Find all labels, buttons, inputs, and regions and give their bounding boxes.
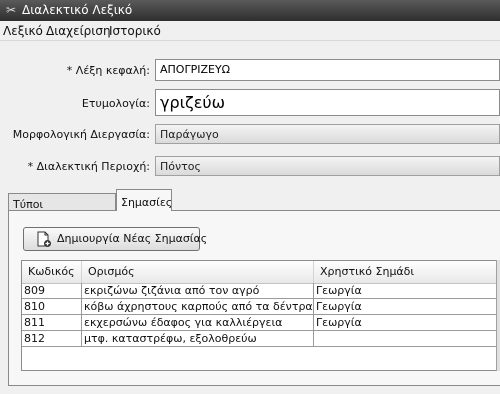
cell-code: 811 bbox=[22, 315, 82, 330]
column-header-definition[interactable]: Ορισμός bbox=[82, 261, 314, 283]
tools-icon[interactable]: ✂ bbox=[4, 3, 18, 17]
tab-meanings[interactable]: Σημασίες bbox=[116, 189, 172, 211]
menu-history[interactable]: Ιστορικό bbox=[109, 24, 161, 38]
dialect-region-label: * Διαλεκτική Περιοχή: bbox=[27, 160, 150, 173]
morph-process-select[interactable]: Παράγωγο bbox=[155, 124, 500, 144]
table-scrollbar[interactable] bbox=[496, 260, 500, 371]
cell-usage-label: Γεωργία bbox=[314, 299, 500, 314]
menu-dictionary[interactable]: Λεξικό bbox=[3, 24, 43, 38]
table-row[interactable]: 809 εκριζώνω ζιζάνια από τον αγρό Γεωργί… bbox=[22, 283, 500, 299]
new-document-icon bbox=[37, 231, 51, 247]
column-header-code[interactable]: Κωδικός bbox=[22, 261, 82, 283]
etymology-field[interactable]: γριζεύω bbox=[155, 89, 500, 116]
dialect-region-select[interactable]: Πόντος bbox=[155, 156, 500, 176]
cell-usage-label: Γεωργία bbox=[314, 283, 500, 298]
cell-usage-label: Γεωργία bbox=[314, 315, 500, 330]
cell-code: 810 bbox=[22, 299, 82, 314]
morph-process-label: Μορφολογική Διεργασία: bbox=[12, 128, 150, 141]
tab-meanings-label: Σημασίες bbox=[121, 196, 173, 209]
headword-label: * Λέξη κεφαλή: bbox=[66, 64, 150, 77]
menu-management[interactable]: Διαχείριση bbox=[46, 24, 111, 38]
table-row[interactable]: 810 κόβω άχρηστους καρπούς από τα δέντρα… bbox=[22, 299, 500, 315]
cell-usage-label bbox=[314, 331, 500, 346]
table-row[interactable]: 811 εκχερσώνω έδαφος για καλλιέργεια Γεω… bbox=[22, 315, 500, 331]
title-bar: ✂ Διαλεκτικό Λεξικό bbox=[0, 0, 500, 21]
headword-field[interactable]: ΑΠΟΓΡΙΖΕΥΩ bbox=[155, 59, 500, 81]
table-row[interactable]: 812 μτφ. καταστρέφω, εξολοθρεύω bbox=[22, 331, 500, 347]
table-header: Κωδικός Ορισμός Χρηστικό Σημάδι bbox=[22, 261, 500, 284]
window-title: Διαλεκτικό Λεξικό bbox=[22, 3, 133, 17]
meanings-table: Κωδικός Ορισμός Χρηστικό Σημάδι 809 εκρι… bbox=[21, 260, 500, 371]
create-meaning-button[interactable]: Δημιουργία Νέας Σημασίας bbox=[23, 227, 207, 251]
cell-definition: εκχερσώνω έδαφος για καλλιέργεια bbox=[82, 315, 314, 330]
cell-definition: εκριζώνω ζιζάνια από τον αγρό bbox=[82, 283, 314, 298]
create-meaning-label: Δημιουργία Νέας Σημασίας bbox=[57, 232, 208, 245]
cell-code: 812 bbox=[22, 331, 82, 346]
column-header-usage-label[interactable]: Χρηστικό Σημάδι bbox=[314, 261, 500, 283]
etymology-label: Ετυμολογία: bbox=[81, 97, 150, 110]
menu-bar: Λεξικό Διαχείριση Ιστορικό bbox=[0, 21, 500, 41]
tab-realization-forms[interactable]: Τύποι Πραγμάτωσης bbox=[8, 193, 116, 224]
cell-code: 809 bbox=[22, 283, 82, 298]
cell-definition: μτφ. καταστρέφω, εξολοθρεύω bbox=[82, 331, 314, 346]
cell-definition: κόβω άχρηστους καρπούς από τα δέντρα bbox=[84, 299, 314, 314]
